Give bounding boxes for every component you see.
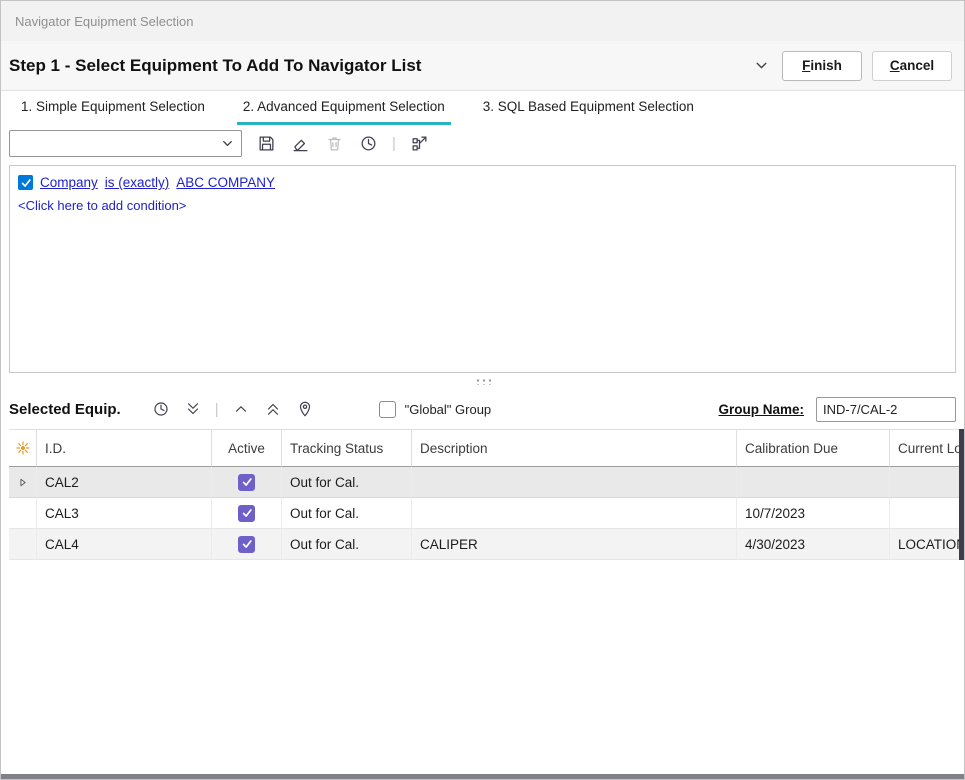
cell-id: CAL4 [37,529,212,560]
group-name-input[interactable] [816,397,956,422]
selected-equipment-bar: Selected Equip. | "Global" Group Group N… [1,389,964,429]
selected-equipment-grid: I.D. Active Tracking Status Description … [9,429,965,560]
vertical-scrollbar[interactable] [959,429,965,560]
global-group-label: "Global" Group [405,402,492,417]
save-condition-icon[interactable] [256,133,276,153]
step-header: Step 1 - Select Equipment To Add To Navi… [1,41,964,91]
column-header-active[interactable]: Active [212,430,282,467]
cell-active [212,498,282,529]
condition-field-link[interactable]: Company [40,175,98,190]
cell-tracking-status: Out for Cal. [282,467,412,498]
active-checkbox[interactable] [238,474,255,491]
column-header-id[interactable]: I.D. [37,430,212,467]
cell-active [212,467,282,498]
title-bar: Navigator Equipment Selection [1,1,964,41]
condition-toolbar: | [1,125,964,161]
cell-tracking-status: Out for Cal. [282,498,412,529]
active-checkbox[interactable] [238,505,255,522]
column-header-description[interactable]: Description [412,430,737,467]
finish-button[interactable]: Finish [782,51,862,81]
cell-id: CAL3 [37,498,212,529]
condition-history-icon[interactable] [358,133,378,153]
row-selector[interactable] [9,498,37,529]
column-header-current-location[interactable]: Current Lo [890,430,965,467]
tab-advanced-equipment-selection[interactable]: 2. Advanced Equipment Selection [237,91,451,125]
selbar-separator-1: | [215,401,219,418]
active-checkbox[interactable] [238,536,255,553]
table-row[interactable]: CAL4 Out for Cal. CALIPER 4/30/2023 LOCA… [9,529,965,560]
cell-description: CALIPER [412,529,737,560]
cancel-button[interactable]: Cancel [872,51,952,81]
table-row[interactable]: CAL3 Out for Cal. 10/7/2023 [9,498,965,529]
condition-value-link[interactable]: ABC COMPANY [176,175,275,190]
table-row[interactable]: CAL2 Out for Cal. [9,467,965,498]
cell-id: CAL2 [37,467,212,498]
splitter-grip-icon [475,378,491,385]
move-up-icon[interactable] [231,399,251,419]
toolbar-separator: | [392,135,396,152]
delete-condition-icon[interactable] [324,133,344,153]
condition-operator-link[interactable]: is (exactly) [105,175,170,190]
move-all-down-icon[interactable] [183,399,203,419]
cell-active [212,529,282,560]
condition-enabled-checkbox[interactable] [18,175,33,190]
cell-calibration-due [737,467,890,498]
tab-simple-equipment-selection[interactable]: 1. Simple Equipment Selection [15,91,211,125]
row-selector-arrow-icon[interactable] [9,467,37,498]
cell-current-location [890,498,965,529]
add-condition-link[interactable]: <Click here to add condition> [18,198,947,213]
cell-description [412,467,737,498]
cell-calibration-due: 4/30/2023 [737,529,890,560]
combo-chevron-icon [220,136,235,151]
splitter-handle[interactable] [1,373,964,389]
column-header-tracking-status[interactable]: Tracking Status [282,430,412,467]
window-title: Navigator Equipment Selection [15,14,194,29]
cell-tracking-status: Out for Cal. [282,529,412,560]
column-header-calibration-due[interactable]: Calibration Due [737,430,890,467]
saved-condition-select[interactable] [9,130,242,157]
window-resize-edge[interactable] [1,774,964,779]
cell-description [412,498,737,529]
collapse-chevron-icon[interactable] [750,55,772,77]
selected-equip-title: Selected Equip. [9,401,121,418]
history-icon[interactable] [151,399,171,419]
cell-current-location [890,467,965,498]
group-name-label: Group Name: [718,402,804,417]
navigator-equipment-selection-window: Navigator Equipment Selection Step 1 - S… [0,0,965,780]
page-title: Step 1 - Select Equipment To Add To Navi… [9,56,421,76]
cell-calibration-due: 10/7/2023 [737,498,890,529]
sun-icon[interactable] [9,430,37,467]
cell-current-location: LOCATION [890,529,965,560]
export-tree-icon[interactable] [410,133,430,153]
tab-sql-based-equipment-selection[interactable]: 3. SQL Based Equipment Selection [477,91,700,125]
condition-builder-panel: Company is (exactly) ABC COMPANY <Click … [9,165,956,373]
step-tabs: 1. Simple Equipment Selection 2. Advance… [1,91,964,125]
grid-header-row: I.D. Active Tracking Status Description … [9,429,965,467]
global-group-checkbox[interactable] [379,401,396,418]
clear-condition-icon[interactable] [290,133,310,153]
location-pin-icon[interactable] [295,399,315,419]
move-all-up-icon[interactable] [263,399,283,419]
row-selector[interactable] [9,529,37,560]
